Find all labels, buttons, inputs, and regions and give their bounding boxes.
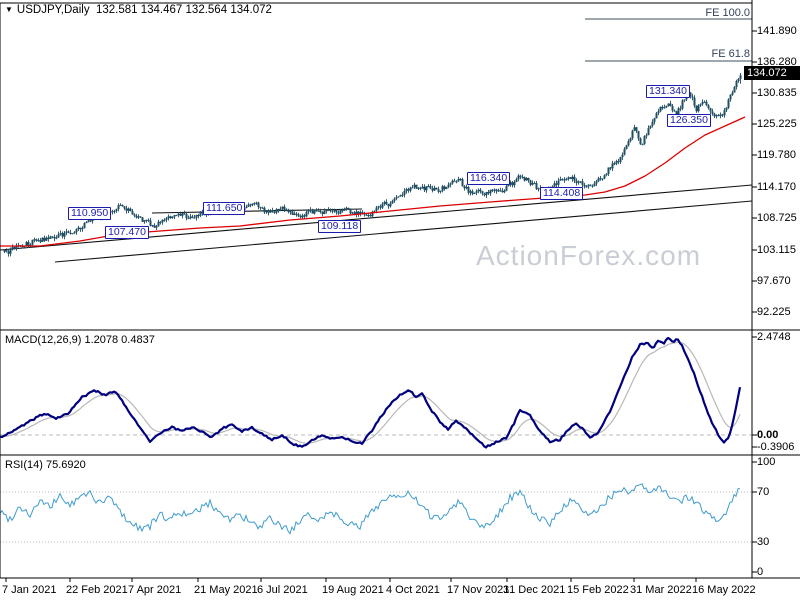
trading-chart-window: ActionForex.com ▼ USDJPY,Daily 132.581 13… xyxy=(0,0,800,600)
chart-canvas[interactable] xyxy=(0,0,800,600)
